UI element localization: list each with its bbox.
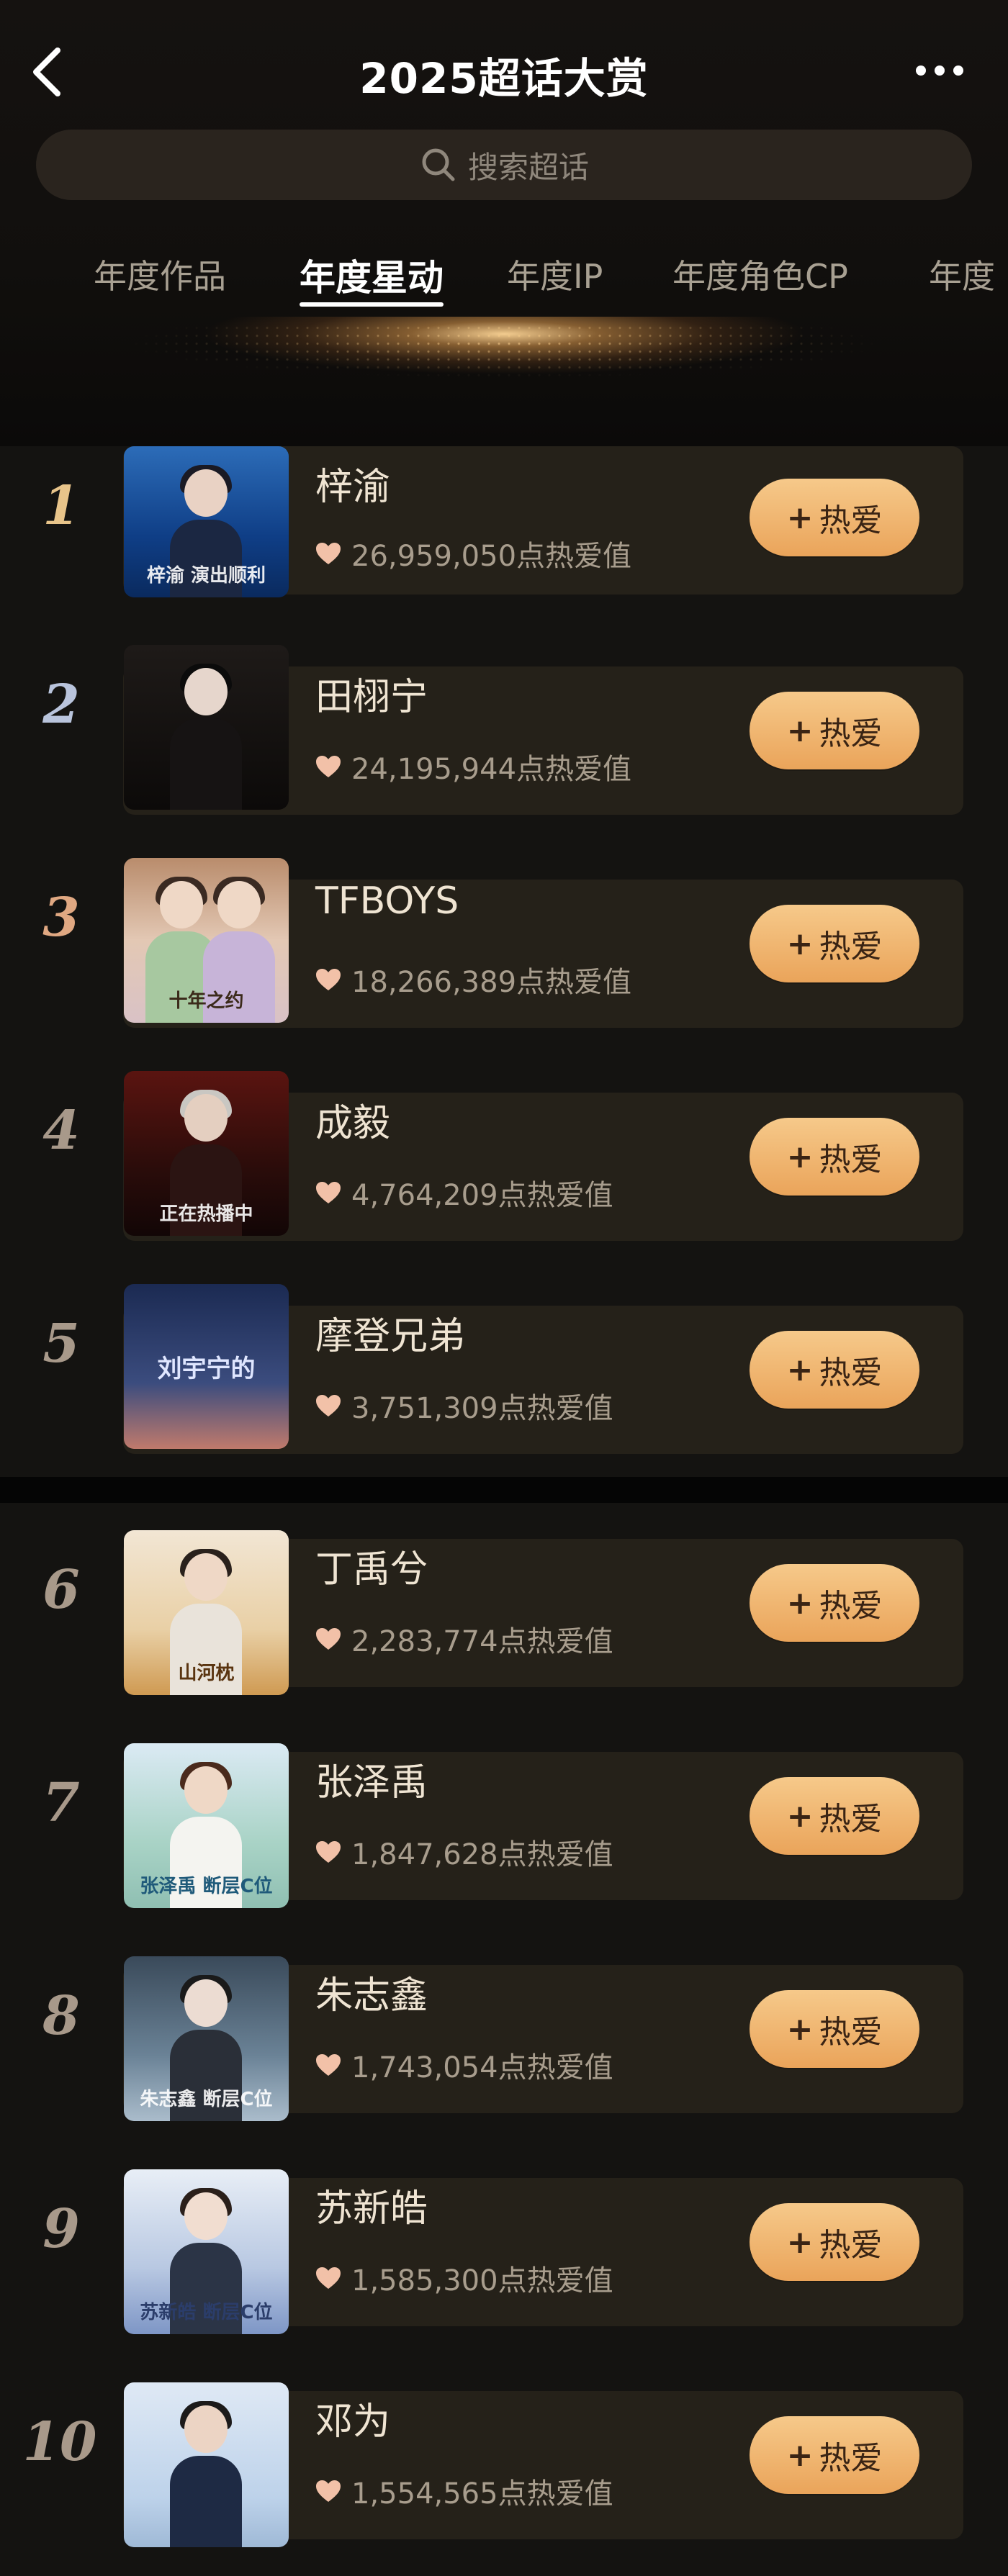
- heart-icon: [316, 543, 341, 564]
- rank-number: 9: [42, 2198, 80, 2260]
- star-name: 成毅: [315, 1102, 391, 1145]
- heat-score: 26,959,050点热爱值: [315, 533, 631, 574]
- love-button[interactable]: + 热爱: [750, 1564, 919, 1642]
- ranking-row[interactable]: 8 朱志鑫 断层C位 朱志鑫 1,743,054点热爱值 + 热爱: [0, 1956, 1008, 2122]
- ranking-row[interactable]: 5 刘宇宁的 摩登兄弟 3,751,309点热爱值 + 热爱: [0, 1284, 1008, 1454]
- star-name: 田栩宁: [315, 676, 428, 719]
- header-sparkle-decoration: [0, 324, 1008, 389]
- heart-icon: [316, 756, 341, 777]
- star-thumbnail[interactable]: 刘宇宁的: [124, 1284, 289, 1449]
- ranking-row[interactable]: 9 苏新皓 断层C位 苏新皓 1,585,300点热爱值 + 热爱: [0, 2169, 1008, 2335]
- section-divider: [0, 1477, 1008, 1503]
- heart-icon: [316, 2480, 341, 2502]
- heat-score: 18,266,389点热爱值: [315, 959, 631, 1000]
- rank-number: 10: [22, 2411, 97, 2473]
- love-button[interactable]: + 热爱: [750, 479, 919, 556]
- star-thumbnail[interactable]: [124, 2382, 289, 2547]
- heat-score: 3,751,309点热爱值: [315, 1385, 613, 1427]
- love-button[interactable]: + 热爱: [750, 692, 919, 769]
- ranking-row[interactable]: 7 张泽禹 断层C位 张泽禹 1,847,628点热爱值 + 热爱: [0, 1743, 1008, 1909]
- rank-number: 7: [42, 1772, 80, 1834]
- love-button[interactable]: + 热爱: [750, 1777, 919, 1855]
- star-thumbnail[interactable]: 梓渝 演出顺利: [124, 446, 289, 597]
- search-bar[interactable]: 搜索超话: [36, 130, 972, 200]
- star-thumbnail[interactable]: 苏新皓 断层C位: [124, 2169, 289, 2334]
- heat-score: 1,554,565点热爱值: [315, 2470, 613, 2512]
- page-title: 2025超话大赏: [359, 54, 649, 103]
- heat-score: 4,764,209点热爱值: [315, 1172, 613, 1214]
- rank-number: 1: [42, 475, 80, 537]
- more-options-icon[interactable]: [907, 56, 972, 85]
- rank-number: 8: [42, 1985, 80, 2047]
- heat-score: 1,743,054点热爱值: [315, 2044, 613, 2086]
- heart-icon: [316, 969, 341, 990]
- heart-icon: [316, 1841, 341, 1863]
- search-placeholder: 搜索超话: [467, 149, 589, 185]
- ranking-row[interactable]: 6 山河枕 丁禹兮 2,283,774点热爱值 + 热爱: [0, 1530, 1008, 1696]
- star-thumbnail[interactable]: 正在热播中: [124, 1071, 289, 1236]
- heart-icon: [316, 1628, 341, 1650]
- star-thumbnail[interactable]: [124, 645, 289, 810]
- tab-annual-more[interactable]: 年度: [929, 250, 995, 298]
- heart-icon: [316, 2267, 341, 2289]
- ranking-row[interactable]: 10 邓为 1,554,565点热爱值 + 热爱: [0, 2382, 1008, 2548]
- tab-annual-stars[interactable]: 年度星动: [300, 249, 444, 301]
- active-tab-underline: [300, 302, 444, 307]
- heart-icon: [316, 1395, 341, 1416]
- heat-score: 2,283,774点热爱值: [315, 1618, 613, 1660]
- star-name: TFBOYS: [315, 880, 459, 923]
- star-name: 朱志鑫: [315, 1974, 428, 2017]
- star-name: 摩登兄弟: [315, 1315, 466, 1358]
- love-button[interactable]: + 热爱: [750, 1331, 919, 1409]
- star-name: 邓为: [315, 2400, 391, 2444]
- ranking-row[interactable]: 2 田栩宁 24,195,944点热爱值 + 热爱: [0, 645, 1008, 815]
- rank-number: 2: [42, 674, 80, 736]
- love-button[interactable]: + 热爱: [750, 1118, 919, 1196]
- tab-annual-ip[interactable]: 年度IP: [507, 250, 603, 298]
- star-name: 梓渝: [315, 466, 391, 509]
- star-name: 丁禹兮: [315, 1548, 428, 1591]
- category-tabs: 年度作品 年度星动 年度IP 年度角色CP 年度: [0, 245, 1008, 317]
- rank-number: 6: [42, 1559, 80, 1621]
- heat-score: 1,585,300点热爱值: [315, 2257, 613, 2299]
- love-button[interactable]: + 热爱: [750, 1990, 919, 2068]
- star-thumbnail[interactable]: 十年之约: [124, 858, 289, 1023]
- heat-score: 24,195,944点热爱值: [315, 746, 631, 787]
- love-button[interactable]: + 热爱: [750, 2416, 919, 2494]
- heart-icon: [316, 2054, 341, 2076]
- rank-number: 3: [42, 887, 80, 949]
- tab-annual-works[interactable]: 年度作品: [94, 250, 226, 298]
- star-thumbnail[interactable]: 朱志鑫 断层C位: [124, 1956, 289, 2121]
- ranking-panel-top5: 1 梓渝 演出顺利 梓渝 26,959,050点热爱值 + 热爱 2 田栩宁 24…: [0, 446, 1008, 1477]
- love-button[interactable]: + 热爱: [750, 905, 919, 982]
- love-button[interactable]: + 热爱: [750, 2203, 919, 2281]
- ranking-row[interactable]: 4 正在热播中 成毅 4,764,209点热爱值 + 热爱: [0, 1071, 1008, 1241]
- heat-score: 1,847,628点热爱值: [315, 1831, 613, 1873]
- search-icon: [422, 148, 455, 181]
- star-thumbnail[interactable]: 张泽禹 断层C位: [124, 1743, 289, 1908]
- rank-number: 5: [42, 1313, 80, 1375]
- tab-annual-role-cp[interactable]: 年度角色CP: [672, 250, 848, 298]
- star-thumbnail[interactable]: 山河枕: [124, 1530, 289, 1695]
- ranking-row[interactable]: 3 十年之约 TFBOYS 18,266,389点热爱值 + 热爱: [0, 858, 1008, 1028]
- star-name: 张泽禹: [315, 1761, 428, 1804]
- star-name: 苏新皓: [315, 2187, 428, 2231]
- rank-number: 4: [42, 1100, 80, 1162]
- heart-icon: [316, 1182, 341, 1203]
- ranking-panel-rest: 6 山河枕 丁禹兮 2,283,774点热爱值 + 热爱 7 张泽禹 断层C位 张…: [0, 1503, 1008, 2576]
- header: 2025超话大赏 搜索超话 年度作品 年度星动 年度IP 年度角色CP 年度: [0, 0, 1008, 446]
- ranking-row[interactable]: 1 梓渝 演出顺利 梓渝 26,959,050点热爱值 + 热爱: [0, 446, 1008, 612]
